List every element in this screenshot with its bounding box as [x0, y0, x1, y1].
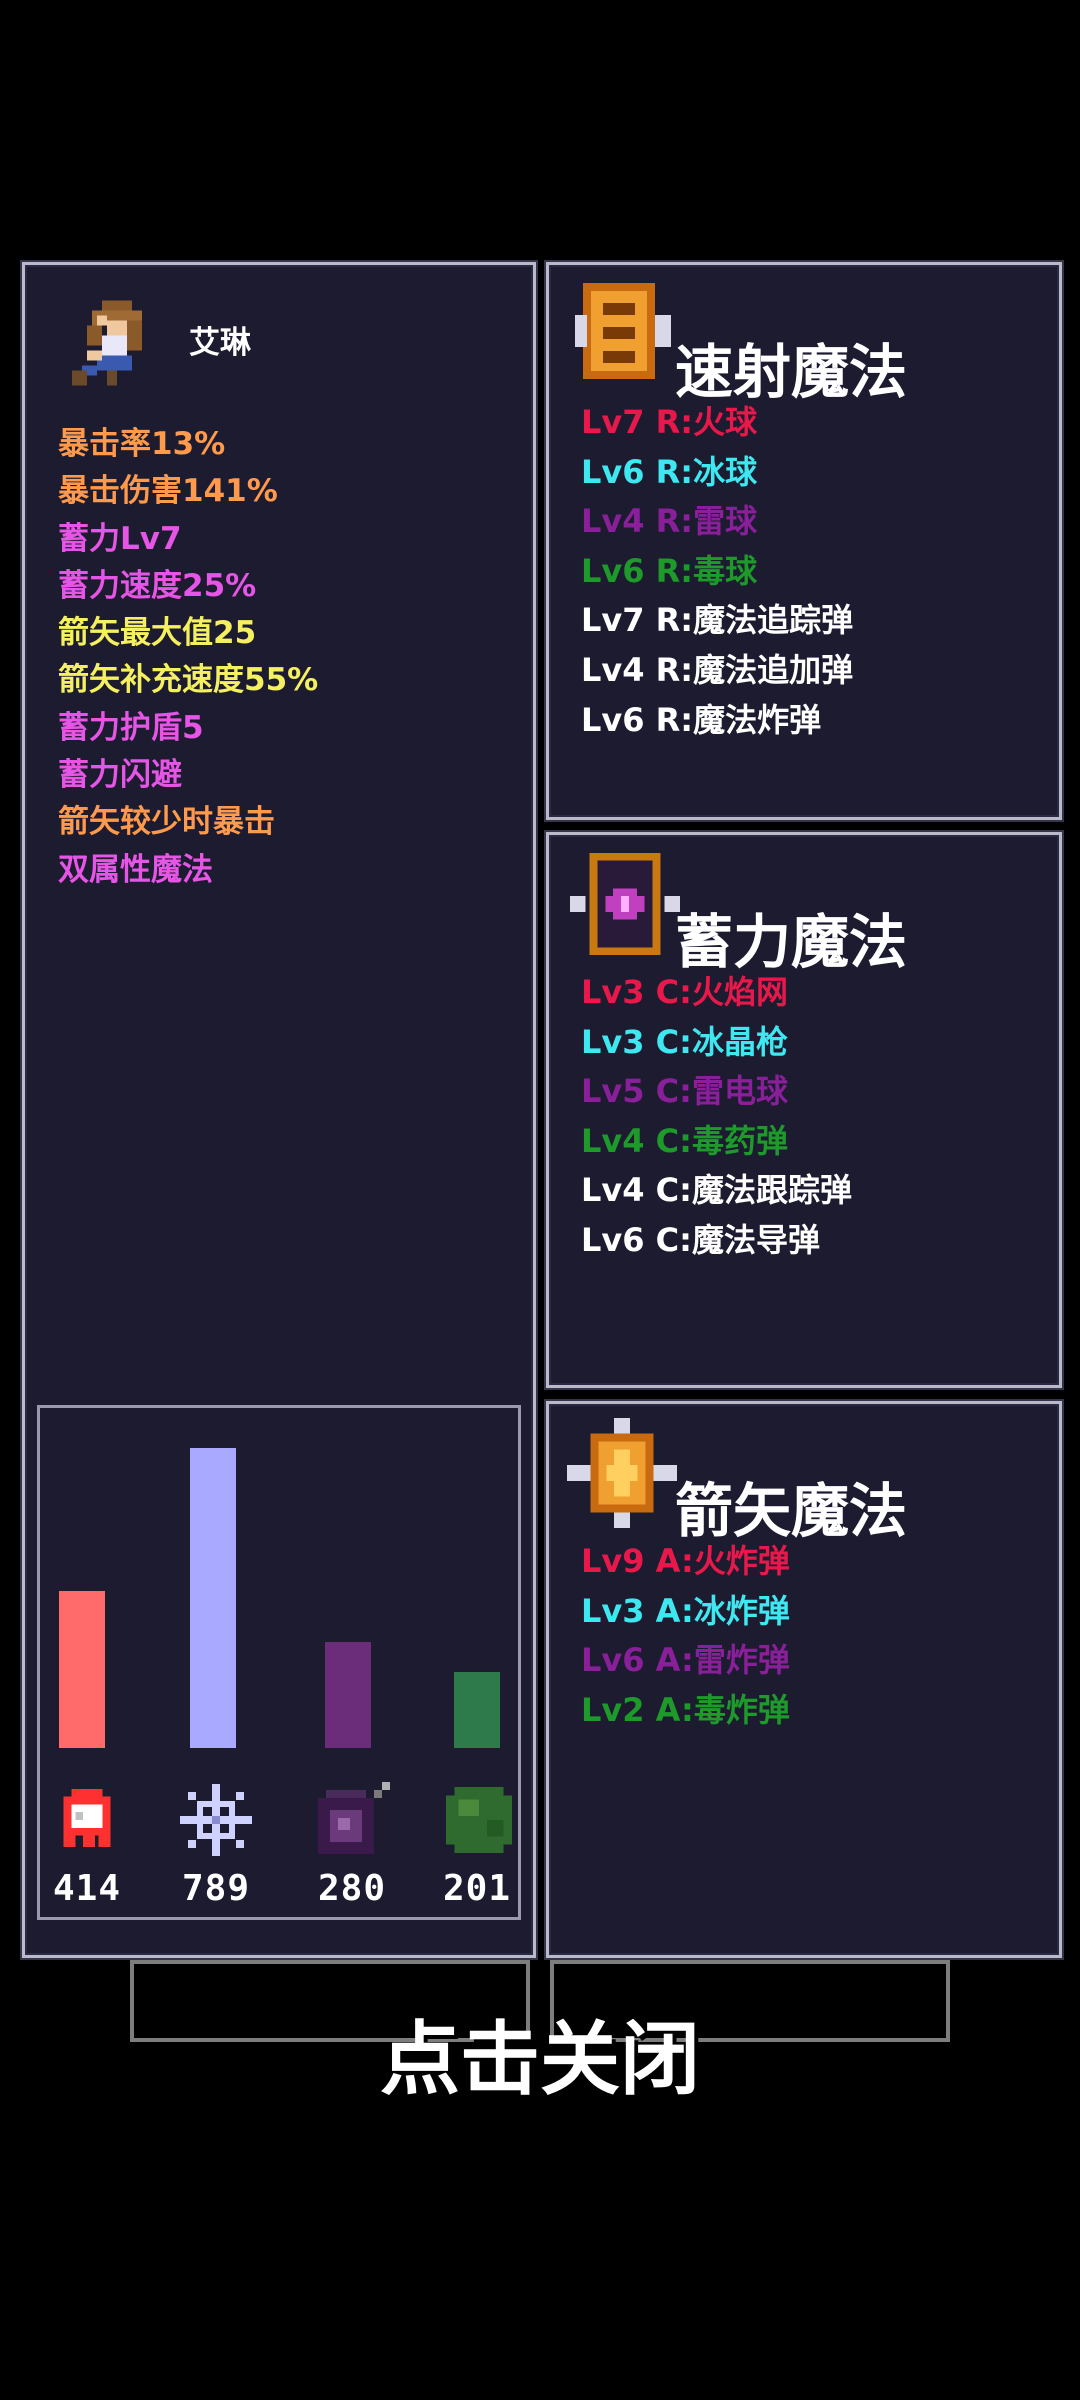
arrow-magic-item: Lv3 A:冰炸弹 [581, 1591, 790, 1630]
stat-line: 蓄力Lv7 [58, 520, 182, 557]
stat-line: 蓄力速度25% [58, 567, 257, 604]
stat-line: 蓄力闪避 [58, 757, 182, 794]
thunder-orb-icon [318, 1782, 390, 1854]
arrow-magic-item: Lv6 A:雷炸弹 [581, 1641, 790, 1680]
character-stats-list: 暴击率13% 暴击伤害141% 蓄力Lv7 蓄力速度25% 箭矢最大值25 箭矢补充速度5… [58, 421, 318, 894]
rapid-magic-title: 速射魔法 [675, 338, 908, 406]
ice-snowflake-icon [180, 1784, 252, 1856]
charge-magic-item: Lv3 C:火焰网 [581, 973, 788, 1011]
charge-magic-item: Lv4 C:魔法跟踪弹 [581, 1171, 852, 1210]
rapid-magic-item: Lv7 R:魔法追踪弹 [581, 601, 854, 640]
charge-magic-item: Lv4 C:毒药弹 [581, 1121, 788, 1160]
stat-line: 暴击伤害141% [58, 473, 278, 510]
stat-line: 箭矢补充速度55% [58, 662, 319, 699]
stat-line: 暴击率13% [58, 426, 226, 462]
thunder-value: 280 [317, 1868, 387, 1909]
arrow-magic-item: Lv2 A:毒炸弹 [581, 1690, 790, 1729]
arrow-magic-panel: 箭矢魔法 Lv9 A:火炸弹 Lv3 A:冰炸弹 Lv6 A:雷炸弹 Lv2 A:毒炸… [546, 1401, 1062, 1958]
stat-line: 蓄力护盾5 [58, 709, 204, 746]
ice-bar [190, 1448, 236, 1748]
close-button[interactable]: 点击关闭 [0, 2010, 1080, 2110]
rapid-magic-item: Lv6 R:冰球 [581, 452, 758, 491]
stat-line: 箭矢较少时暴击 [58, 804, 275, 841]
charge-magic-item: Lv6 C:魔法导弹 [581, 1220, 820, 1259]
arrow-magic-list: Lv9 A:火炸弹 Lv3 A:冰炸弹 Lv6 A:雷炸弹 Lv2 A:毒炸弹 [581, 1537, 790, 1735]
character-panel: 艾琳 暴击率13% 暴击伤害141% 蓄力Lv7 蓄力速度25% 箭矢最大值25 箭矢补充… [22, 262, 536, 1958]
rapid-magic-item: Lv6 R:毒球 [581, 551, 758, 590]
rapid-scroll-icon [575, 283, 671, 379]
poison-slime-icon [446, 1787, 512, 1853]
fire-bar [59, 1591, 105, 1748]
rapid-magic-panel: 速射魔法 Lv7 R:火球 Lv6 R:冰球 Lv4 R:雷球 Lv6 R:毒球 Lv7… [546, 262, 1062, 820]
arrow-magic-item: Lv9 A:火炸弹 [581, 1542, 790, 1580]
charge-magic-item: Lv5 C:雷电球 [581, 1072, 788, 1111]
rapid-magic-item: Lv4 R:雷球 [581, 502, 758, 541]
stat-line: 箭矢最大值25 [58, 615, 257, 652]
fire-ghost-icon [63, 1788, 111, 1848]
arrow-magic-title: 箭矢魔法 [675, 1477, 908, 1545]
rapid-magic-list: Lv7 R:火球 Lv6 R:冰球 Lv4 R:雷球 Lv6 R:毒球 Lv7 R:魔法… [581, 398, 853, 745]
charge-magic-list: Lv3 C:火焰网 Lv3 C:冰晶枪 Lv5 C:雷电球 Lv4 C:毒药弹 Lv4 … [581, 968, 852, 1266]
stat-line: 双属性魔法 [58, 851, 213, 888]
charge-tome-icon [569, 852, 681, 956]
charge-magic-title: 蓄力魔法 [675, 908, 908, 976]
rapid-magic-item: Lv6 R:魔法炸弹 [581, 700, 822, 739]
character-portrait-icon [72, 300, 142, 386]
thunder-bar [325, 1642, 371, 1748]
chart-plot-area [40, 1408, 518, 1748]
character-name: 艾琳 [189, 325, 251, 361]
arrow-bundle-icon [566, 1417, 678, 1529]
charge-magic-item: Lv3 C:冰晶枪 [581, 1022, 788, 1061]
ice-value: 789 [181, 1868, 251, 1909]
rapid-magic-item: Lv7 R:火球 [581, 403, 758, 441]
poison-value: 201 [442, 1868, 512, 1909]
poison-bar [454, 1672, 500, 1748]
rapid-magic-item: Lv4 R:魔法追加弹 [581, 650, 854, 689]
fire-value: 414 [52, 1868, 122, 1909]
charge-magic-panel: 蓄力魔法 Lv3 C:火焰网 Lv3 C:冰晶枪 Lv5 C:雷电球 Lv4 C:毒药… [546, 832, 1062, 1388]
element-chart: 414 789 280 201 [37, 1405, 521, 1920]
